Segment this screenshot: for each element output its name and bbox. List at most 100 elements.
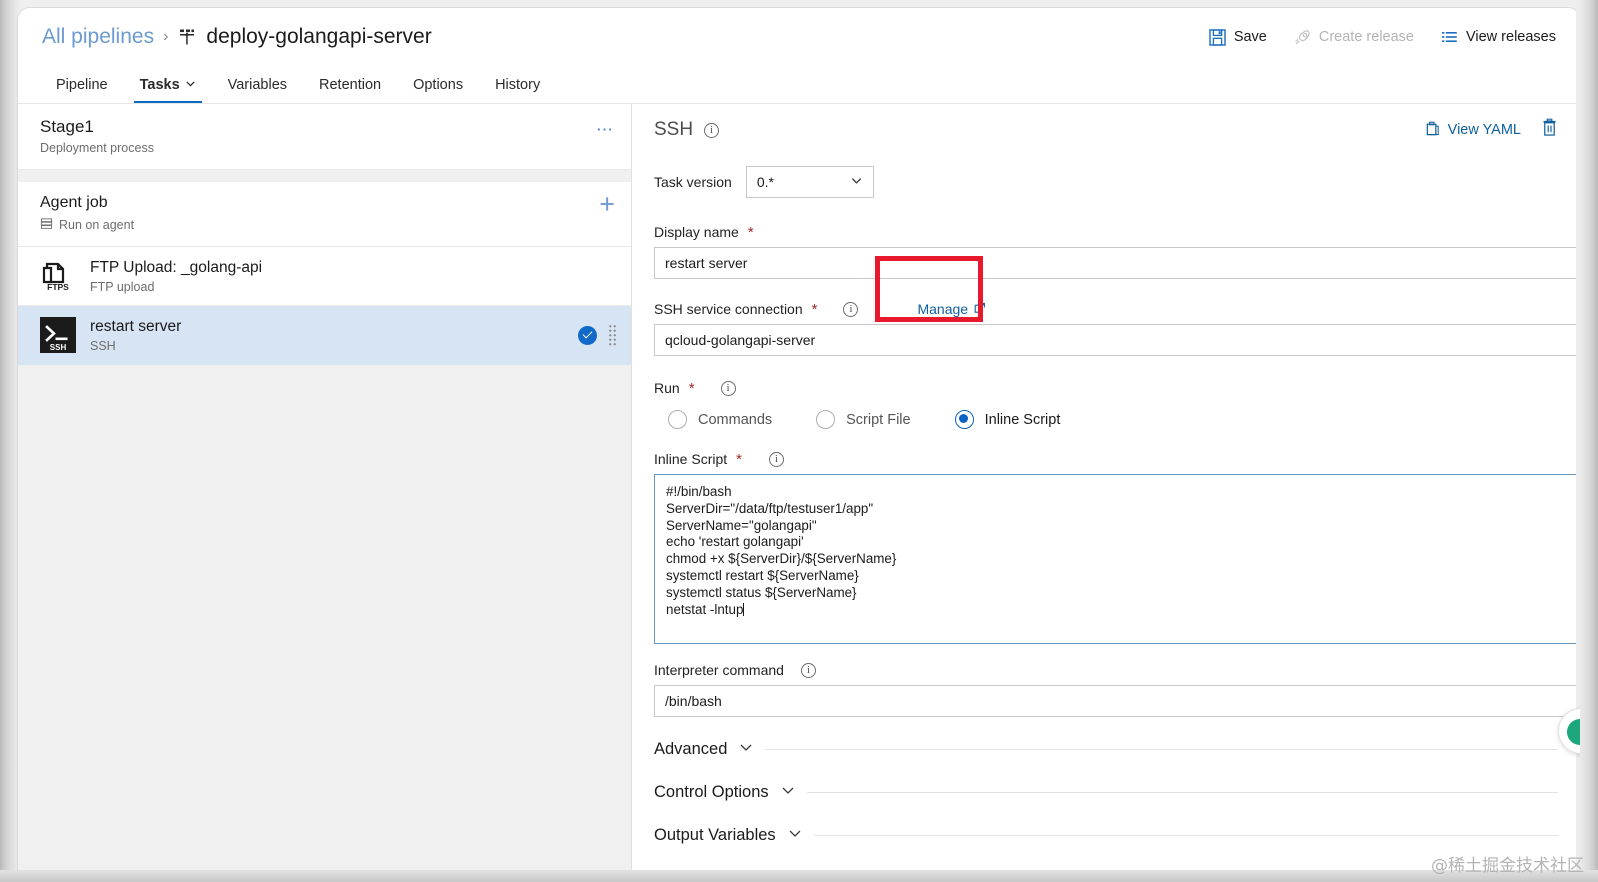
- section-rule: [806, 792, 1558, 793]
- display-name-input[interactable]: restart server: [654, 247, 1580, 279]
- required-marker: *: [811, 300, 818, 318]
- window-bottom-edge: [0, 870, 1598, 882]
- ssh-connection-label-row: SSH service connection * i Manage: [654, 301, 1580, 317]
- section-output-variables[interactable]: Output Variables: [654, 825, 1580, 846]
- control-options-label: Control Options: [654, 783, 769, 801]
- interpreter-command-input[interactable]: /bin/bash: [654, 685, 1580, 717]
- display-name-label: Display name: [654, 224, 739, 240]
- stage-title: Stage1: [40, 117, 94, 136]
- radio-commands[interactable]: Commands: [668, 410, 772, 429]
- task-version-select[interactable]: 0.*: [745, 166, 874, 198]
- list-item-ftp-upload[interactable]: FTPS FTP Upload: _golang-api FTP upload: [18, 247, 631, 306]
- tab-options[interactable]: Options: [397, 66, 479, 103]
- info-icon[interactable]: i: [800, 662, 816, 678]
- task-subtitle: FTP upload: [90, 279, 155, 294]
- task-form: Task version 0.* Display name * restart …: [632, 154, 1580, 846]
- create-release-label: Create release: [1318, 29, 1414, 45]
- task-name: FTP Upload: _golang-api: [90, 258, 263, 276]
- ssh-connection-value: qcloud-golangapi-server: [665, 332, 816, 348]
- task-version-value: 0.*: [756, 174, 774, 190]
- tab-retention[interactable]: Retention: [303, 66, 397, 103]
- radio-circle-icon: [668, 410, 687, 429]
- radio-commands-label: Commands: [698, 411, 773, 428]
- section-advanced[interactable]: Advanced: [654, 739, 1580, 760]
- task-detail-panel: SSH i View YAML Task version 0.* Display…: [632, 104, 1580, 874]
- radio-inline-script[interactable]: Inline Script: [954, 410, 1060, 429]
- save-label: Save: [1233, 29, 1267, 45]
- info-icon[interactable]: i: [769, 451, 784, 467]
- info-icon[interactable]: i: [843, 301, 859, 317]
- tab-options-label: Options: [413, 76, 464, 93]
- save-button[interactable]: Save: [1208, 28, 1267, 47]
- task-row-actions: [578, 324, 617, 346]
- drag-handle-icon[interactable]: [608, 324, 617, 346]
- tab-retention-label: Retention: [319, 76, 382, 93]
- text-caret: [743, 602, 745, 616]
- pipeline-icon: [177, 27, 197, 47]
- stage-header[interactable]: Stage1 Deployment process ⋯: [18, 104, 631, 170]
- list-item-restart-server[interactable]: SSH restart server SSH: [18, 306, 631, 365]
- save-icon: [1208, 28, 1227, 47]
- chevron-down-icon: [185, 77, 196, 93]
- tab-variables[interactable]: Variables: [212, 66, 303, 103]
- ellipsis-icon[interactable]: ⋯: [596, 117, 615, 138]
- browser-frame: All pipelines › deploy-golangapi-server: [0, 0, 1598, 882]
- agent-icon: [40, 217, 53, 233]
- breadcrumb: All pipelines › deploy-golangapi-server: [42, 25, 432, 49]
- page-header: All pipelines › deploy-golangapi-server: [18, 8, 1580, 66]
- manage-label: Manage: [917, 301, 969, 317]
- output-variables-label: Output Variables: [654, 826, 776, 844]
- required-marker: *: [688, 379, 695, 397]
- stage-subtitle: Deployment process: [40, 141, 154, 155]
- chevron-down-icon: [780, 782, 796, 803]
- ssh-connection-label: SSH service connection: [654, 301, 803, 317]
- view-yaml-button[interactable]: View YAML: [1424, 120, 1521, 141]
- ssh-connection-select[interactable]: qcloud-golangapi-server: [654, 324, 1580, 356]
- agent-job-subtitle: Run on agent: [59, 218, 135, 232]
- interpreter-command-value: /bin/bash: [665, 693, 722, 709]
- external-link-icon: [974, 301, 986, 317]
- field-display-name: Display name * restart server: [654, 224, 1580, 279]
- plus-icon[interactable]: +: [599, 191, 615, 218]
- field-interpreter-command: Interpreter command i /bin/bash: [654, 662, 1580, 717]
- breadcrumb-all-pipelines-link[interactable]: All pipelines: [42, 25, 154, 49]
- chevron-down-icon: [850, 174, 863, 190]
- interpreter-label-row: Interpreter command i: [654, 662, 1580, 678]
- run-radio-group: Commands Script File Inline Script: [668, 410, 1580, 429]
- trash-icon[interactable]: [1541, 118, 1564, 142]
- rocket-icon: [1293, 28, 1312, 47]
- inline-script-label-row: Inline Script * i: [654, 451, 1580, 467]
- watermark: @稀土掘金技术社区: [1431, 856, 1584, 876]
- tab-pipeline-label: Pipeline: [56, 76, 108, 93]
- section-rule: [765, 749, 1558, 750]
- chevron-down-icon: [787, 825, 803, 846]
- manage-link[interactable]: Manage: [917, 301, 986, 317]
- run-label: Run: [654, 380, 680, 396]
- tab-history[interactable]: History: [479, 66, 556, 103]
- agent-job-header[interactable]: Agent job Run on agent +: [18, 182, 631, 247]
- page-root: All pipelines › deploy-golangapi-server: [18, 8, 1580, 874]
- field-inline-script: Inline Script * i #!/bin/bash ServerDir=…: [654, 451, 1580, 644]
- inline-script-textarea[interactable]: #!/bin/bash ServerDir="/data/ftp/testuse…: [654, 474, 1580, 644]
- info-icon[interactable]: i: [704, 122, 720, 138]
- required-marker: *: [747, 223, 754, 241]
- field-ssh-service-connection: SSH service connection * i Manage qcloud…: [654, 301, 1580, 356]
- tab-variables-label: Variables: [227, 76, 288, 93]
- tab-history-label: History: [495, 76, 541, 93]
- required-marker: *: [736, 450, 742, 468]
- tab-tasks-label: Tasks: [139, 76, 180, 93]
- chevron-down-icon: [738, 739, 754, 760]
- create-release-button[interactable]: Create release: [1293, 28, 1414, 47]
- task-version-label: Task version: [654, 174, 732, 190]
- field-run: Run * i Commands Script File Inline Scri…: [654, 380, 1580, 429]
- tab-pipeline[interactable]: Pipeline: [40, 66, 124, 103]
- view-releases-button[interactable]: View releases: [1440, 28, 1556, 47]
- tab-tasks[interactable]: Tasks: [124, 66, 212, 103]
- task-panel-header: SSH i View YAML: [632, 104, 1580, 154]
- enabled-check-icon[interactable]: [578, 325, 597, 345]
- radio-circle-selected-icon: [954, 410, 974, 429]
- section-control-options[interactable]: Control Options: [654, 782, 1580, 803]
- run-label-row: Run * i: [654, 380, 1580, 396]
- info-icon[interactable]: i: [720, 380, 736, 396]
- radio-script-file[interactable]: Script File: [816, 410, 911, 429]
